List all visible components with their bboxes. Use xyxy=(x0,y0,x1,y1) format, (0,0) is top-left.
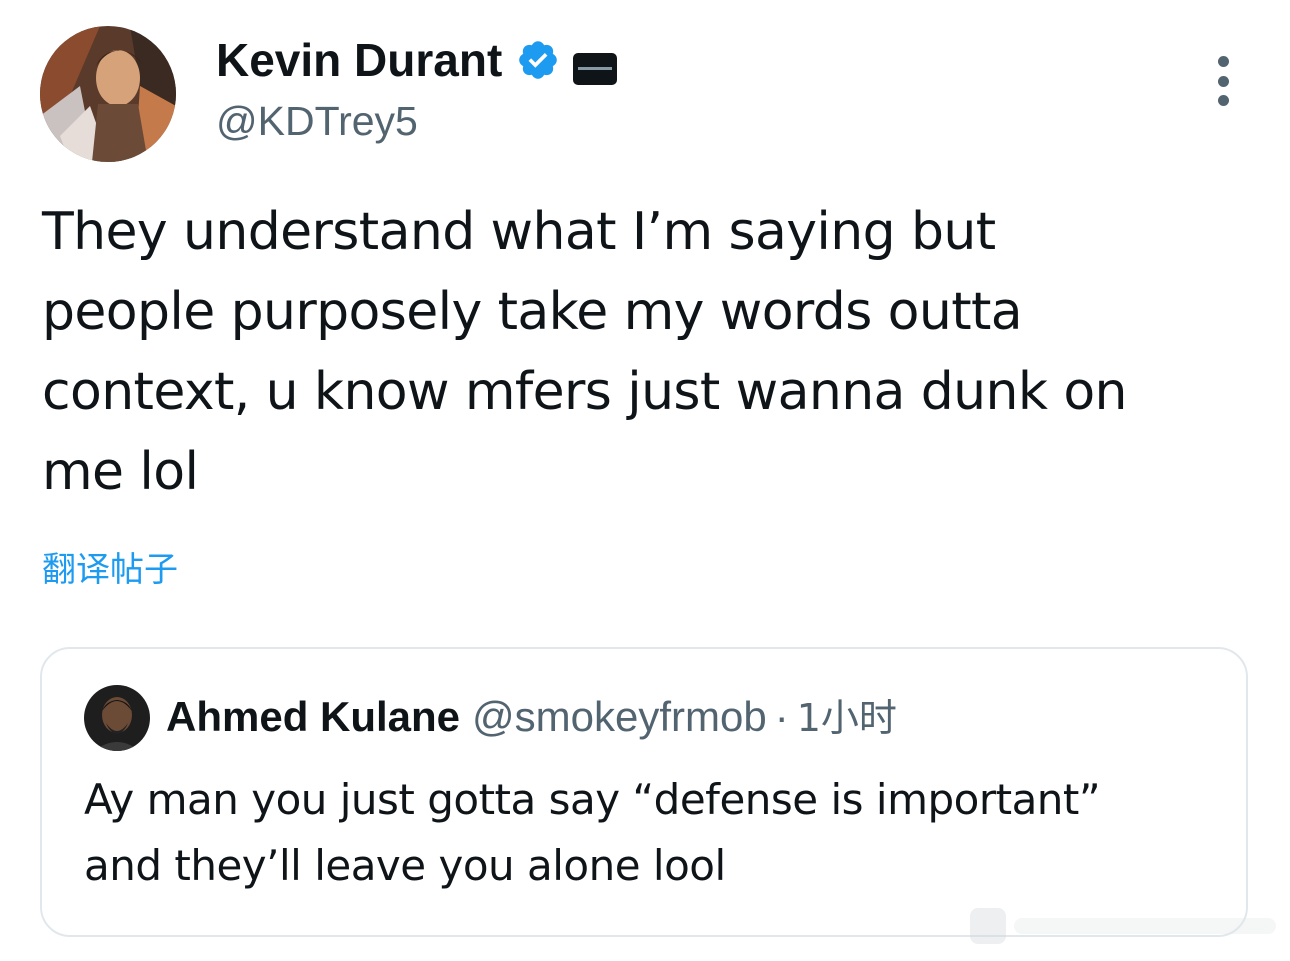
verified-badge-icon[interactable] xyxy=(516,38,560,82)
quoted-author-avatar[interactable] xyxy=(84,685,150,751)
author-display-name[interactable]: Kevin Durant xyxy=(216,33,502,87)
author-handle[interactable]: @KDTrey5 xyxy=(216,96,418,146)
tweet-text: They understand what I’m saying but peop… xyxy=(42,202,1127,502)
quoted-tweet-text: Ay man you just gotta say “defense is im… xyxy=(84,775,1101,890)
quoted-author-handle[interactable]: @smokeyfrmob xyxy=(472,693,767,740)
author-avatar[interactable] xyxy=(40,26,176,162)
watermark-logo xyxy=(970,908,1276,944)
quoted-tweet-time[interactable]: 1小时 xyxy=(797,696,897,740)
more-dots-icon[interactable] xyxy=(1206,56,1240,106)
quoted-tweet-card[interactable]: Ahmed Kulane @smokeyfrmob · 1小时 Ay man you … xyxy=(40,647,1248,937)
dot xyxy=(1217,95,1229,106)
quoted-tweet-header: Ahmed Kulane @smokeyfrmob · 1小时 xyxy=(166,689,897,746)
affiliate-badge-icon[interactable] xyxy=(572,43,618,85)
separator-dot: · xyxy=(774,693,789,740)
translate-post-link[interactable]: 翻译帖子 xyxy=(42,545,178,595)
dot xyxy=(1217,56,1229,67)
quoted-author-avatar-image xyxy=(84,685,150,751)
author-avatar-image xyxy=(40,26,176,162)
dot xyxy=(1217,75,1229,87)
author-name-row[interactable]: Kevin Durant xyxy=(216,33,618,87)
quoted-author-name[interactable]: Ahmed Kulane xyxy=(166,693,460,740)
